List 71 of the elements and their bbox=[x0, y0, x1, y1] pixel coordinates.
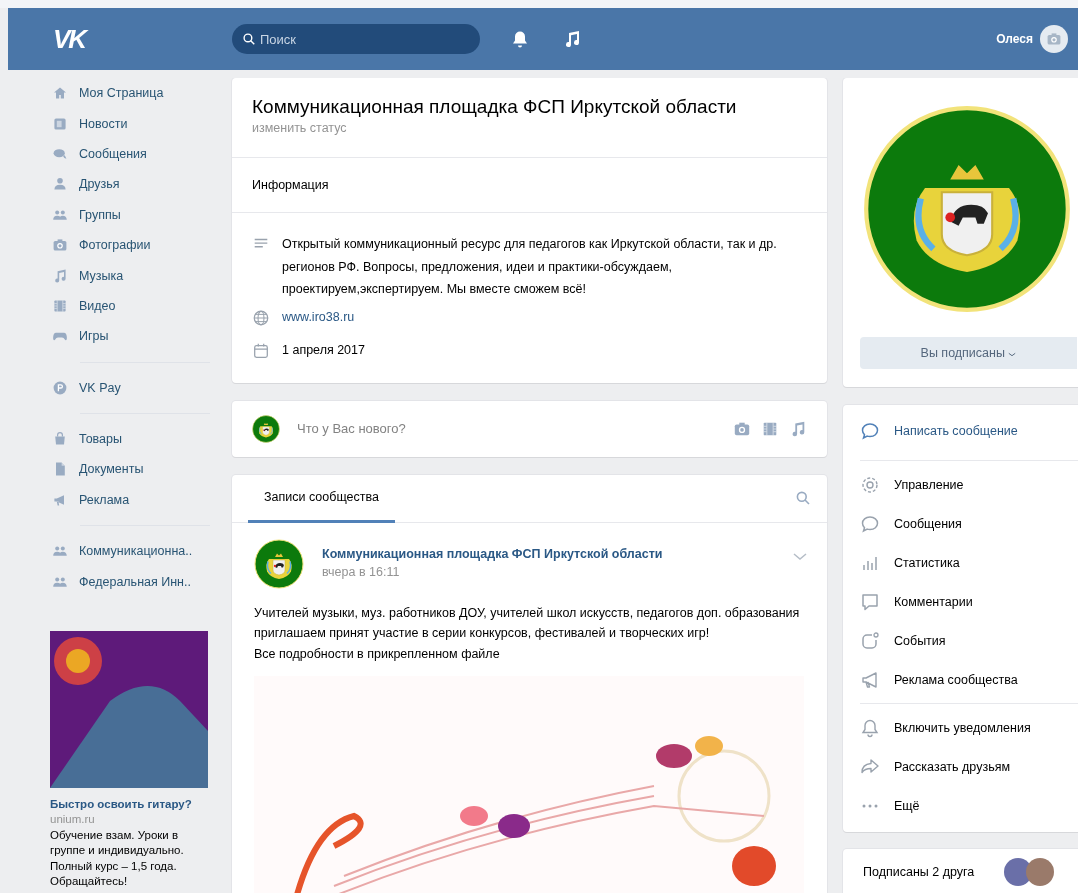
wall-tab[interactable]: Записи сообщества bbox=[248, 474, 395, 523]
post-author[interactable]: Коммуникационная площадка ФСП Иркутской области bbox=[322, 544, 775, 563]
section-heading: Информация bbox=[252, 178, 329, 192]
sidebar-item[interactable]: Игры bbox=[50, 321, 210, 352]
music-note-icon bbox=[52, 267, 68, 284]
camera-icon bbox=[1046, 31, 1062, 47]
community-description: Открытый коммуникационный ресурс для педагогов как Иркутской области, так и др. регионов РФ. Вопросы, предложения, идеи и практики-обсуждаем, проектируем,экспертируем. Мы вместе сможем всё! bbox=[282, 236, 778, 298]
sidebar-item[interactable]: Реклама bbox=[50, 484, 210, 516]
chevron-icon bbox=[793, 552, 807, 560]
notifications-button[interactable] bbox=[510, 29, 530, 49]
sidebar-item[interactable]: Документы bbox=[50, 454, 210, 485]
community-action[interactable]: Ещё bbox=[860, 786, 1078, 825]
speech-bubble-icon bbox=[860, 420, 880, 441]
sidebar-item[interactable]: Фотографии bbox=[50, 229, 210, 261]
post-text: Учителей музыки, муз. работников ДОУ, учителей школ искусств, педагогов доп. образования приглашаем принят участие в серии конкурсов, фестивалей и творческих игр! bbox=[254, 604, 801, 642]
community-action[interactable]: Реклама сообщества bbox=[860, 660, 1078, 699]
dots-icon bbox=[862, 803, 878, 808]
user-name[interactable]: Олеся bbox=[996, 32, 1033, 46]
sidebar-item[interactable]: Коммуникационна.. bbox=[50, 536, 210, 567]
community-action[interactable]: Включить уведомления bbox=[860, 708, 1078, 747]
ad-title[interactable]: Быстро освоить гитару? bbox=[50, 797, 210, 810]
search-icon bbox=[795, 490, 811, 506]
sidebar-item[interactable]: VK Pay bbox=[50, 372, 210, 403]
founded-date: 1 апреля 2017 bbox=[282, 342, 365, 359]
website-link[interactable]: www.iro38.ru bbox=[282, 308, 355, 326]
film-icon bbox=[52, 297, 68, 314]
sidebar-item[interactable]: Федеральная Инн.. bbox=[50, 566, 210, 597]
community-action[interactable]: Статистика bbox=[860, 543, 1078, 582]
sidebar-item[interactable]: Сообщения bbox=[50, 138, 210, 170]
wall-search-button[interactable] bbox=[795, 490, 811, 506]
ad-picture-placeholder[interactable] bbox=[50, 630, 208, 788]
gear-icon bbox=[860, 474, 880, 495]
bell-icon bbox=[510, 29, 530, 49]
search-icon bbox=[242, 32, 256, 46]
bell-icon bbox=[860, 717, 880, 738]
sidebar-item[interactable]: Товары bbox=[50, 423, 210, 455]
sidebar-item[interactable]: Моя Страница bbox=[50, 78, 210, 109]
sidebar-item[interactable]: Видео bbox=[50, 290, 210, 322]
coin-icon bbox=[52, 379, 68, 396]
community-action[interactable]: Комментарии bbox=[860, 582, 1078, 621]
speech-bubble-icon bbox=[860, 513, 880, 534]
bag-icon bbox=[52, 431, 68, 448]
ad-domain: unium.ru bbox=[50, 812, 96, 825]
friend-avatar[interactable] bbox=[1026, 858, 1055, 886]
friends-subscribed: Подписаны 2 друга bbox=[863, 864, 975, 880]
avatar-button[interactable] bbox=[1040, 25, 1068, 53]
sidebar-item[interactable]: Друзья bbox=[50, 169, 210, 200]
sidebar-item[interactable]: Музыка bbox=[50, 260, 210, 291]
camera-icon bbox=[52, 237, 68, 254]
post-text: Все подробности в прикрепленном файле bbox=[254, 645, 501, 663]
send-message-link[interactable]: Написать сообщение bbox=[860, 405, 1078, 456]
community-action[interactable]: Управление bbox=[860, 465, 1078, 504]
globe-icon bbox=[252, 309, 270, 327]
sidebar-item[interactable]: Новости bbox=[50, 108, 210, 139]
megaphone-icon bbox=[860, 669, 880, 690]
newspaper-icon bbox=[52, 115, 68, 132]
community-avatar bbox=[254, 538, 304, 589]
community-avatar bbox=[252, 414, 280, 443]
person-icon bbox=[52, 176, 68, 193]
subscribed-button[interactable]: Вы подписаны bbox=[860, 337, 1077, 369]
ad-description: Обучение взам. Уроки в группе и индивидуально. Полный курс – 1,5 года. Обращайтесь! bbox=[50, 827, 185, 890]
caret-icon bbox=[1008, 352, 1017, 357]
logo[interactable]: VK bbox=[53, 23, 90, 55]
home-icon bbox=[52, 85, 68, 102]
sidebar-item[interactable]: Группы bbox=[50, 199, 210, 230]
search-field[interactable]: Поиск bbox=[232, 24, 480, 54]
community-action[interactable]: События bbox=[860, 621, 1078, 660]
community-action[interactable]: Сообщения bbox=[860, 504, 1078, 543]
community-title: Коммуникационная площадка ФСП Иркутской области bbox=[252, 95, 738, 119]
community-action[interactable]: Рассказать друзьям bbox=[860, 747, 1078, 786]
comment-icon bbox=[860, 591, 880, 612]
